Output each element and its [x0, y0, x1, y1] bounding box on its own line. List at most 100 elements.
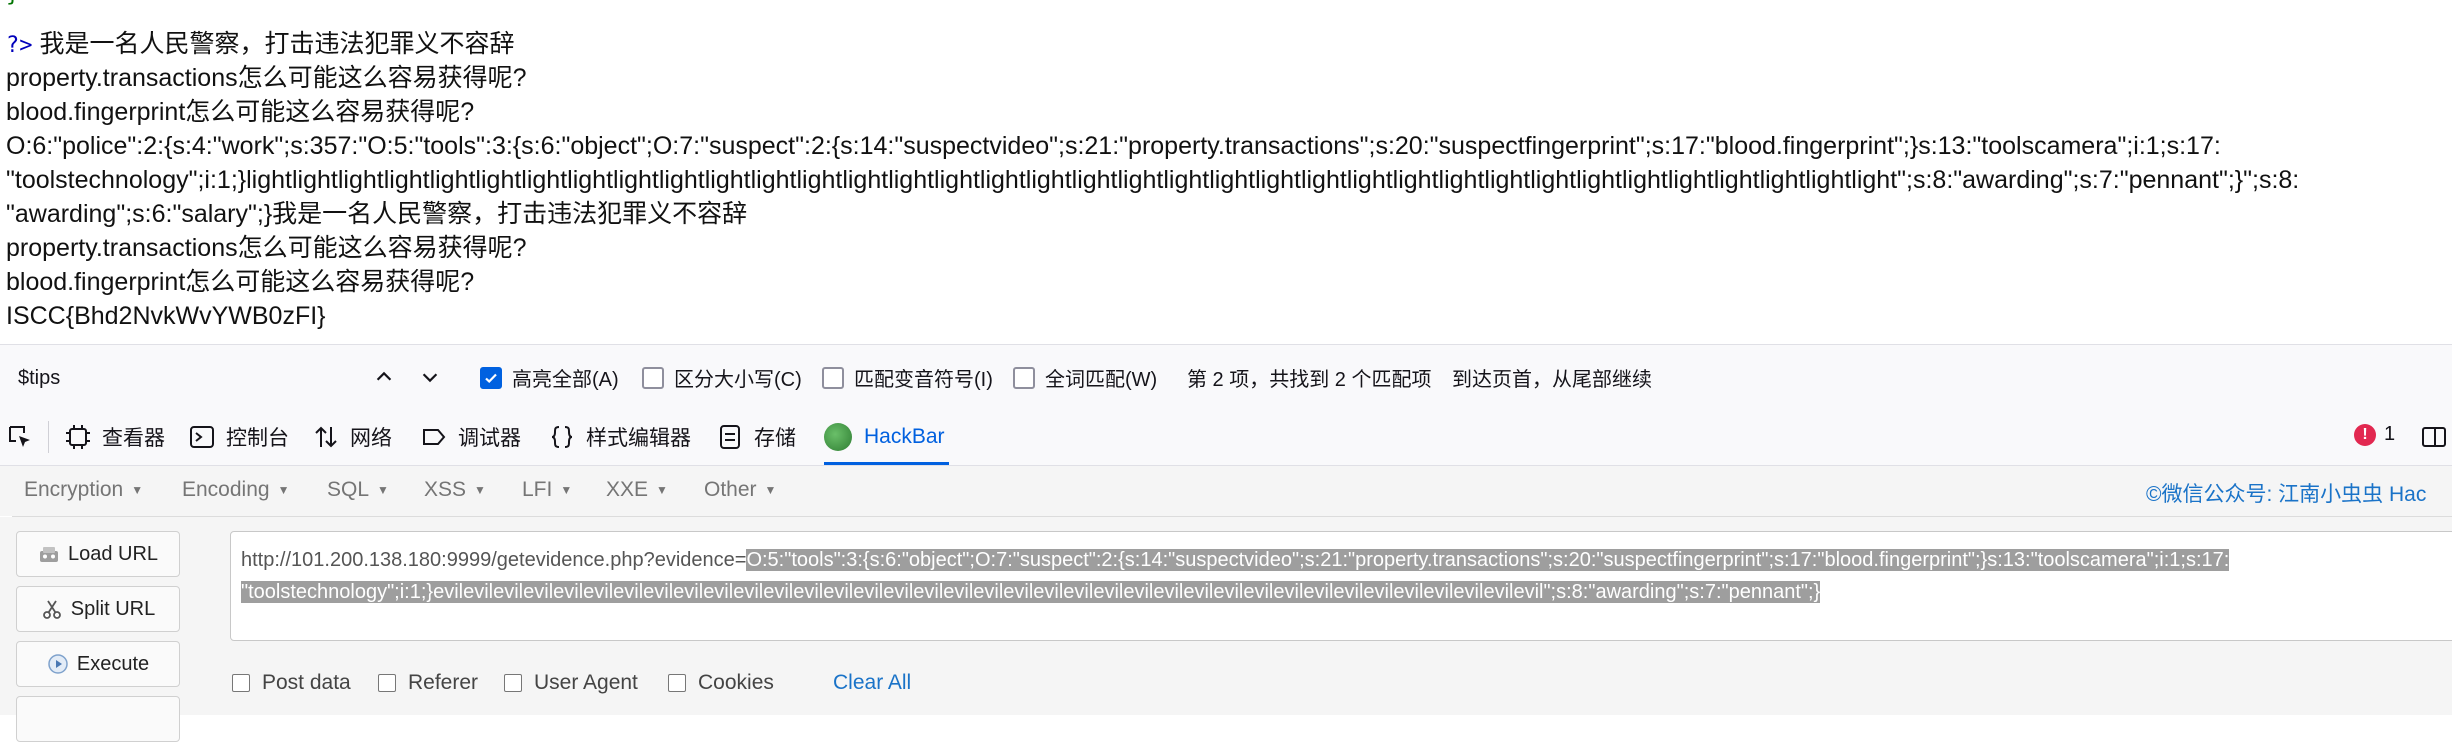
cookies-checkbox[interactable]: Cookies [668, 671, 774, 695]
output-line: O:6:"police":2:{s:4:"work";s:357:"O:5:"t… [6, 132, 2221, 160]
error-icon: ! [2354, 423, 2376, 446]
chevron-down-icon [422, 373, 438, 383]
menu-encryption[interactable]: Encryption ▼ [24, 478, 143, 502]
find-input[interactable] [8, 357, 360, 399]
execute-button[interactable]: Execute [16, 641, 180, 687]
checkbox-box [822, 366, 844, 389]
post-data-checkbox[interactable]: Post data [232, 671, 351, 695]
option-label: Cookies [698, 671, 774, 694]
tab-inspector[interactable]: 查看器 [64, 409, 165, 465]
find-previous-button[interactable] [364, 359, 404, 395]
tab-label: 调试器 [458, 427, 521, 450]
menu-xxe[interactable]: XXE ▼ [606, 478, 668, 502]
url-selected-text: O:5:"tools":3:{s:6:"object";O:7:"suspect… [746, 549, 2230, 571]
caret-down-icon: ▼ [560, 483, 573, 498]
braces-icon [551, 426, 573, 448]
option-label: Referer [408, 671, 479, 694]
output-line: "awarding";s:6:"salary";}我是一名人民警察，打击违法犯罪… [6, 200, 748, 228]
storage-icon [720, 425, 740, 449]
checkbox-box [378, 674, 396, 692]
element-picker-button[interactable] [6, 409, 44, 465]
find-wrap-notice: 到达页首，从尾部继续 [1452, 369, 1652, 391]
caret-down-icon: ▼ [656, 483, 668, 498]
find-bar: 高亮全部(A) 区分大小写(C) 匹配变音符号(I) 全词匹配(W) 第 2 项… [0, 344, 2452, 410]
hackbar-menu: Encryption ▼ Encoding ▼ SQL ▼ XSS ▼ LFI ▼ XXE… [12, 466, 2452, 517]
menu-sql[interactable]: SQL ▼ [327, 478, 389, 502]
output-line: property.transactions怎么可能这么容易获得呢? [6, 234, 527, 262]
tab-style-editor[interactable]: 样式编辑器 [548, 409, 691, 465]
hackbar-body: Load URL Split URL Execute http://101.20… [0, 517, 2452, 742]
menu-label: Other [704, 478, 757, 501]
checkbox-box [504, 674, 522, 692]
checkbox-box [668, 674, 686, 692]
menu-encoding[interactable]: Encoding ▼ [182, 478, 289, 502]
tab-label: 网络 [350, 427, 392, 450]
output-line: property.transactions怎么可能这么容易获得呢? [6, 64, 527, 92]
url-prefix: http://101.200.138.180:9999/getevidence.… [241, 549, 747, 571]
output-line: ?> 我是一名人民警察，打击违法犯罪义不容辞 [6, 27, 514, 63]
whole-words-checkbox[interactable]: 全词匹配(W) [1013, 363, 1157, 392]
button-label: Execute [76, 652, 150, 675]
find-next-button[interactable] [410, 359, 450, 395]
find-match-status: 第 2 项，共找到 2 个匹配项 [1187, 369, 1432, 391]
output-line: blood.fingerprint怎么可能这么容易获得呢? [6, 268, 475, 296]
match-diacritics-label: 匹配变音符号(I) [854, 369, 993, 391]
debugger-icon [423, 429, 446, 445]
menu-label: Encoding [182, 478, 270, 501]
devtools-toolbar: 查看器 控制台 网络 调试器 样式编辑器 存储 HackBar ! 1 [0, 409, 2452, 466]
checkbox-box [1013, 366, 1035, 389]
chevron-up-icon [376, 371, 392, 381]
network-icon [315, 426, 337, 448]
tab-network[interactable]: 网络 [312, 409, 392, 465]
menu-other[interactable]: Other ▼ [704, 478, 776, 502]
scissors-icon [42, 600, 61, 619]
split-url-button[interactable]: Split URL [16, 586, 180, 632]
option-label: Post data [262, 671, 351, 694]
menu-lfi[interactable]: LFI ▼ [522, 478, 572, 502]
error-count: 1 [2384, 423, 2396, 445]
menu-label: LFI [522, 478, 553, 501]
option-label: User Agent [534, 671, 638, 694]
match-diacritics-checkbox[interactable]: 匹配变音符号(I) [822, 363, 993, 392]
menu-label: Encryption [24, 478, 124, 501]
highlight-all-checkbox[interactable]: 高亮全部(A) [480, 363, 619, 392]
referer-checkbox[interactable]: Referer [378, 671, 478, 695]
menu-label: SQL [327, 478, 370, 501]
more-button-partial[interactable] [16, 696, 180, 742]
tab-console[interactable]: 控制台 [188, 409, 289, 465]
hackbar-credit: ©微信公众号: 江南小虫虫 Hac [2146, 483, 2427, 506]
button-label: Load URL [67, 542, 159, 565]
caret-down-icon: ▼ [277, 483, 290, 498]
php-close-tag: ?> [6, 33, 33, 58]
tab-label: 样式编辑器 [586, 427, 691, 450]
caret-down-icon: ▼ [474, 483, 486, 498]
clear-all-link[interactable]: Clear All [833, 671, 911, 695]
match-case-label: 区分大小写(C) [674, 369, 802, 391]
user-agent-checkbox[interactable]: User Agent [504, 671, 638, 695]
url-textarea[interactable]: http://101.200.138.180:9999/getevidence.… [230, 531, 2452, 641]
url-line: "toolstechnology";i:1;}evilevilevilevile… [241, 576, 2452, 608]
caret-down-icon: ▼ [131, 483, 144, 498]
load-url-button[interactable]: Load URL [16, 531, 180, 577]
url-selected-text: "toolstechnology";i:1;}evilevilevilevile… [241, 581, 1821, 603]
error-count-badge[interactable]: ! 1 [2354, 423, 2395, 446]
play-icon [48, 654, 68, 674]
url-line: http://101.200.138.180:9999/getevidence.… [241, 544, 2452, 576]
tab-storage[interactable]: 存储 [716, 409, 796, 465]
dock-options-button[interactable] [2420, 409, 2452, 465]
button-label: Split URL [70, 597, 156, 620]
toolbar-divider [48, 421, 49, 453]
flag-line: ISCC{Bhd2NvkWvYWB0zFI} [6, 302, 326, 330]
closing-brace: } [6, 0, 19, 7]
menu-xss[interactable]: XSS ▼ [424, 478, 486, 502]
tab-label: HackBar [864, 425, 945, 448]
output-line: blood.fingerprint怎么可能这么容易获得呢? [6, 98, 475, 126]
page-output: } ?> 我是一名人民警察，打击违法犯罪义不容辞 property.transa… [0, 0, 2452, 342]
load-url-icon [39, 547, 58, 562]
whole-words-label: 全词匹配(W) [1045, 369, 1158, 391]
tab-hackbar[interactable]: HackBar [824, 409, 949, 465]
menu-label: XSS [424, 478, 467, 501]
match-case-checkbox[interactable]: 区分大小写(C) [642, 363, 802, 392]
tab-debugger[interactable]: 调试器 [420, 409, 521, 465]
tab-label: 查看器 [102, 427, 165, 450]
